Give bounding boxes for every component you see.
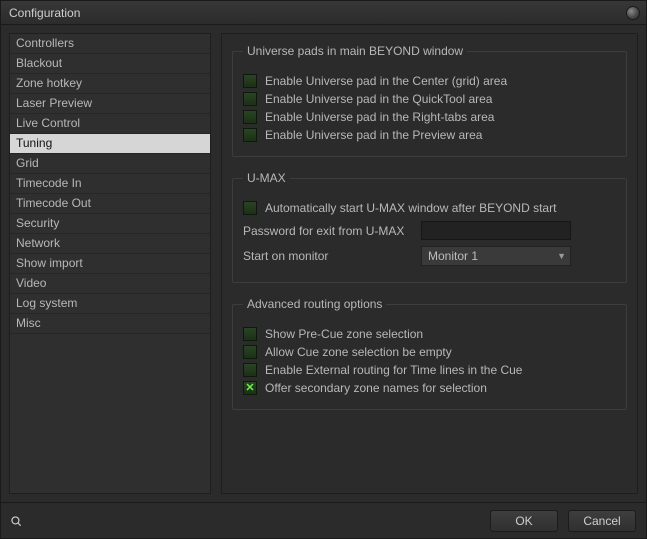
config-window: Configuration Controllers Blackout Zone … (0, 0, 647, 539)
group-universe-pads: Universe pads in main BEYOND window Enab… (232, 44, 627, 157)
sidebar-item-label: Log system (16, 296, 77, 310)
footer: OK Cancel (1, 502, 646, 538)
sidebar-item-label: Controllers (16, 36, 74, 50)
checkbox-universe-preview[interactable] (243, 128, 257, 142)
select-value: Monitor 1 (428, 249, 478, 263)
body: Controllers Blackout Zone hotkey Laser P… (1, 25, 646, 502)
sidebar-item-label: Timecode Out (16, 196, 91, 210)
sidebar-item-label: Zone hotkey (16, 76, 82, 90)
checkbox-label: Show Pre-Cue zone selection (265, 327, 423, 341)
checkbox-umax-autostart[interactable] (243, 201, 257, 215)
sidebar-item-network[interactable]: Network (10, 234, 210, 254)
sidebar-item-label: Network (16, 236, 60, 250)
group-umax: U-MAX Automatically start U-MAX window a… (232, 171, 627, 283)
checkbox-label: Enable Universe pad in the QuickTool are… (265, 92, 492, 106)
titlebar: Configuration (1, 1, 646, 25)
sidebar-item-security[interactable]: Security (10, 214, 210, 234)
sidebar: Controllers Blackout Zone hotkey Laser P… (9, 33, 211, 494)
sidebar-item-zone-hotkey[interactable]: Zone hotkey (10, 74, 210, 94)
sidebar-item-blackout[interactable]: Blackout (10, 54, 210, 74)
sidebar-item-video[interactable]: Video (10, 274, 210, 294)
sidebar-item-timecode-out[interactable]: Timecode Out (10, 194, 210, 214)
sidebar-item-grid[interactable]: Grid (10, 154, 210, 174)
sidebar-item-timecode-in[interactable]: Timecode In (10, 174, 210, 194)
sidebar-item-live-control[interactable]: Live Control (10, 114, 210, 134)
sidebar-item-show-import[interactable]: Show import (10, 254, 210, 274)
sidebar-item-label: Live Control (16, 116, 80, 130)
umax-password-label: Password for exit from U-MAX (243, 224, 421, 238)
checkbox-label: Automatically start U-MAX window after B… (265, 201, 556, 215)
checkbox-label: Enable Universe pad in the Preview area (265, 128, 482, 142)
group-title: Universe pads in main BEYOND window (243, 44, 467, 58)
window-orb-icon[interactable] (626, 6, 640, 20)
checkbox-precue-selection[interactable] (243, 327, 257, 341)
checkbox-label: Enable Universe pad in the Center (grid)… (265, 74, 507, 88)
sidebar-item-label: Tuning (16, 136, 52, 150)
ok-button[interactable]: OK (490, 510, 558, 532)
checkbox-universe-right-tabs[interactable] (243, 110, 257, 124)
sidebar-item-label: Misc (16, 316, 41, 330)
sidebar-item-label: Video (16, 276, 46, 290)
group-title: Advanced routing options (243, 297, 386, 311)
checkbox-label: Offer secondary zone names for selection (265, 381, 487, 395)
checkbox-universe-center[interactable] (243, 74, 257, 88)
hint-icon[interactable] (9, 514, 23, 528)
sidebar-item-label: Show import (16, 256, 83, 270)
umax-monitor-select[interactable]: Monitor 1 ▼ (421, 246, 571, 266)
checkbox-external-routing[interactable] (243, 363, 257, 377)
sidebar-item-label: Laser Preview (16, 96, 92, 110)
checkbox-allow-empty-cue[interactable] (243, 345, 257, 359)
checkbox-label: Enable External routing for Time lines i… (265, 363, 522, 377)
checkbox-secondary-zone-names[interactable] (243, 381, 257, 395)
sidebar-item-misc[interactable]: Misc (10, 314, 210, 334)
group-title: U-MAX (243, 171, 290, 185)
chevron-down-icon: ▼ (557, 251, 566, 261)
umax-monitor-label: Start on monitor (243, 249, 421, 263)
sidebar-item-log-system[interactable]: Log system (10, 294, 210, 314)
checkbox-label: Enable Universe pad in the Right-tabs ar… (265, 110, 494, 124)
sidebar-item-label: Security (16, 216, 59, 230)
group-advanced-routing: Advanced routing options Show Pre-Cue zo… (232, 297, 627, 410)
sidebar-item-laser-preview[interactable]: Laser Preview (10, 94, 210, 114)
checkbox-universe-quicktool[interactable] (243, 92, 257, 106)
window-title: Configuration (9, 6, 80, 20)
sidebar-item-label: Timecode In (16, 176, 82, 190)
cancel-button[interactable]: Cancel (568, 510, 636, 532)
sidebar-item-label: Blackout (16, 56, 62, 70)
sidebar-item-controllers[interactable]: Controllers (10, 34, 210, 54)
umax-password-field[interactable] (421, 221, 571, 240)
checkbox-label: Allow Cue zone selection be empty (265, 345, 452, 359)
content-panel: Universe pads in main BEYOND window Enab… (221, 33, 638, 494)
sidebar-item-tuning[interactable]: Tuning (10, 134, 210, 154)
sidebar-item-label: Grid (16, 156, 39, 170)
